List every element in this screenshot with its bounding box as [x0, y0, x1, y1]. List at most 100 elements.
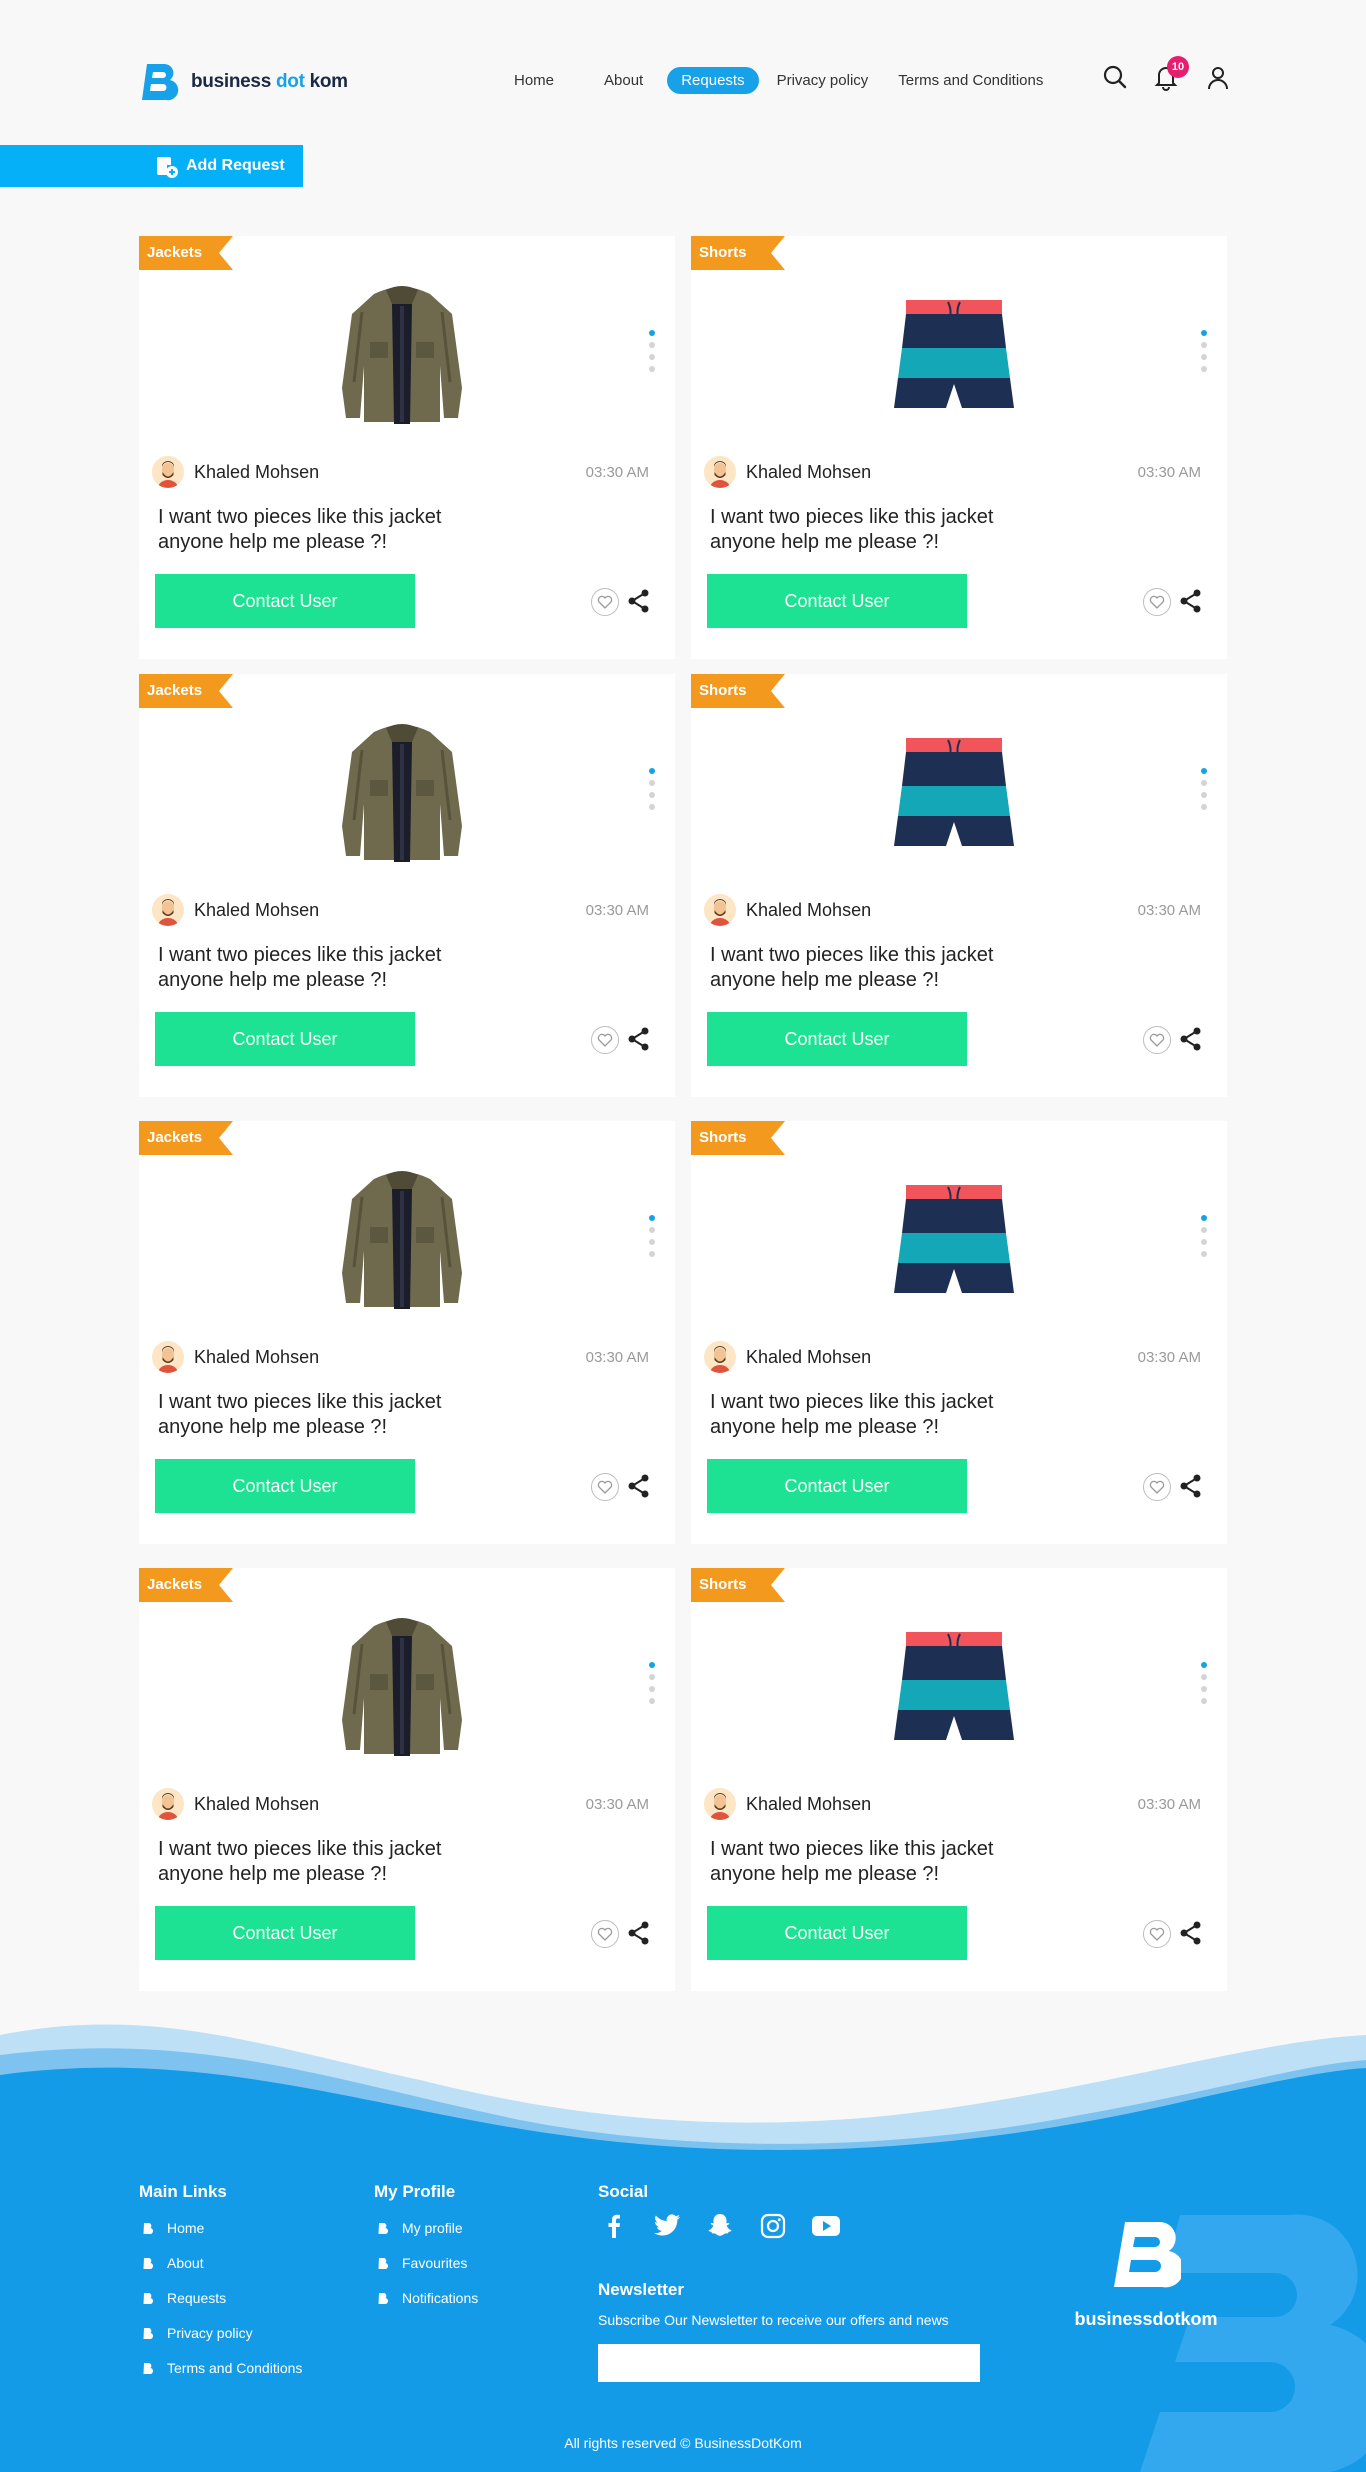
product-image[interactable]	[322, 272, 482, 432]
site-logo[interactable]: business dot kom	[139, 62, 348, 102]
category-tag[interactable]: Jackets	[139, 1568, 233, 1602]
carousel-dots[interactable]	[1201, 768, 1207, 816]
footer-profile-link[interactable]: Favourites	[374, 2255, 478, 2271]
footer-link[interactable]: Terms and Conditions	[139, 2360, 302, 2376]
product-image[interactable]	[322, 1157, 482, 1317]
contact-user-button[interactable]: Contact User	[155, 1012, 415, 1066]
category-tag[interactable]: Jackets	[139, 236, 233, 270]
carousel-dots[interactable]	[649, 1215, 655, 1263]
post-time: 03:30 AM	[1137, 1348, 1201, 1366]
carousel-dots[interactable]	[649, 768, 655, 816]
contact-user-button[interactable]: Contact User	[155, 1459, 415, 1513]
user-avatar[interactable]	[704, 1788, 736, 1820]
request-card: Shorts Khaled Mohsen 03:30 AM I want two…	[691, 674, 1227, 1097]
nav-privacy-policy[interactable]: Privacy policy	[763, 67, 883, 94]
facebook-icon[interactable]	[598, 2212, 630, 2240]
carousel-dots[interactable]	[1201, 1215, 1207, 1263]
favorite-heart-icon[interactable]	[1143, 1920, 1171, 1948]
footer-link[interactable]: About	[139, 2255, 302, 2271]
category-tag[interactable]: Jackets	[139, 1121, 233, 1155]
username[interactable]: Khaled Mohsen	[194, 900, 319, 921]
footer-link[interactable]: Home	[139, 2220, 302, 2236]
contact-user-button[interactable]: Contact User	[707, 1906, 967, 1960]
username[interactable]: Khaled Mohsen	[746, 1794, 871, 1815]
favorite-heart-icon[interactable]	[591, 1473, 619, 1501]
post-time: 03:30 AM	[585, 463, 649, 481]
product-image[interactable]	[322, 710, 482, 870]
newsletter-email-input[interactable]	[598, 2344, 980, 2382]
category-tag[interactable]: Shorts	[691, 1121, 785, 1155]
search-icon[interactable]	[1100, 62, 1130, 92]
share-icon[interactable]	[627, 1026, 651, 1052]
nav-about[interactable]: About	[590, 67, 657, 94]
favorite-heart-icon[interactable]	[591, 588, 619, 616]
share-icon[interactable]	[1179, 588, 1203, 614]
share-icon[interactable]	[627, 588, 651, 614]
username[interactable]: Khaled Mohsen	[746, 462, 871, 483]
footer-profile-link[interactable]: My profile	[374, 2220, 478, 2236]
category-tag[interactable]: Shorts	[691, 236, 785, 270]
category-tag[interactable]: Jackets	[139, 674, 233, 708]
category-tag[interactable]: Shorts	[691, 1568, 785, 1602]
footer-profile-link[interactable]: Notifications	[374, 2290, 478, 2306]
user-row: Khaled Mohsen 03:30 AM	[152, 1339, 649, 1375]
carousel-dots[interactable]	[1201, 330, 1207, 378]
carousel-dots[interactable]	[649, 330, 655, 378]
nav-terms[interactable]: Terms and Conditions	[884, 67, 1057, 94]
footer-main-links-title: Main Links	[139, 2182, 227, 2201]
user-avatar[interactable]	[704, 456, 736, 488]
contact-user-button[interactable]: Contact User	[155, 1906, 415, 1960]
share-icon[interactable]	[627, 1473, 651, 1499]
user-avatar[interactable]	[152, 1788, 184, 1820]
nav-requests[interactable]: Requests	[667, 66, 759, 94]
username[interactable]: Khaled Mohsen	[746, 1347, 871, 1368]
favorite-heart-icon[interactable]	[591, 1920, 619, 1948]
footer-logo[interactable]: businessdotkom	[1074, 2220, 1218, 2330]
user-avatar[interactable]	[152, 1341, 184, 1373]
product-image[interactable]	[874, 710, 1034, 870]
product-image[interactable]	[874, 272, 1034, 432]
instagram-icon[interactable]	[757, 2212, 789, 2240]
favorite-heart-icon[interactable]	[1143, 1026, 1171, 1054]
share-icon[interactable]	[1179, 1920, 1203, 1946]
user-avatar[interactable]	[704, 1341, 736, 1373]
contact-user-button[interactable]: Contact User	[707, 1459, 967, 1513]
carousel-dots[interactable]	[649, 1662, 655, 1710]
user-avatar[interactable]	[152, 894, 184, 926]
product-image[interactable]	[874, 1157, 1034, 1317]
youtube-icon[interactable]	[810, 2212, 842, 2240]
contact-user-button[interactable]: Contact User	[707, 1012, 967, 1066]
username[interactable]: Khaled Mohsen	[194, 462, 319, 483]
username[interactable]: Khaled Mohsen	[194, 1347, 319, 1368]
username[interactable]: Khaled Mohsen	[746, 900, 871, 921]
favorite-heart-icon[interactable]	[1143, 588, 1171, 616]
username[interactable]: Khaled Mohsen	[194, 1794, 319, 1815]
share-icon[interactable]	[1179, 1473, 1203, 1499]
favorite-heart-icon[interactable]	[1143, 1473, 1171, 1501]
social-links	[598, 2212, 980, 2240]
user-avatar[interactable]	[704, 894, 736, 926]
bell-icon[interactable]: 10	[1151, 56, 1189, 92]
twitter-icon[interactable]	[651, 2212, 683, 2240]
request-card: Jackets Khaled Mohsen 03:30 AM I want tw…	[139, 1568, 675, 1991]
category-tag[interactable]: Shorts	[691, 674, 785, 708]
add-request-button[interactable]: Add Request	[0, 145, 303, 187]
snapchat-icon[interactable]	[704, 2212, 736, 2240]
category-label: Shorts	[699, 1129, 747, 1146]
favorite-heart-icon[interactable]	[591, 1026, 619, 1054]
footer-link[interactable]: Privacy policy	[139, 2325, 302, 2341]
footer-link[interactable]: Requests	[139, 2290, 302, 2306]
post-time: 03:30 AM	[585, 1795, 649, 1813]
product-image[interactable]	[322, 1604, 482, 1764]
user-icon[interactable]	[1203, 62, 1233, 92]
product-image[interactable]	[874, 1604, 1034, 1764]
nav-home[interactable]: Home	[500, 67, 568, 94]
share-icon[interactable]	[627, 1920, 651, 1946]
footer-main-links: Main Links Home About Requests Privacy poli…	[139, 2182, 302, 2395]
user-avatar[interactable]	[152, 456, 184, 488]
contact-user-button[interactable]: Contact User	[707, 574, 967, 628]
share-icon[interactable]	[1179, 1026, 1203, 1052]
carousel-dots[interactable]	[1201, 1662, 1207, 1710]
contact-user-button[interactable]: Contact User	[155, 574, 415, 628]
footer: Main Links Home About Requests Privacy poli…	[0, 2020, 1366, 2472]
